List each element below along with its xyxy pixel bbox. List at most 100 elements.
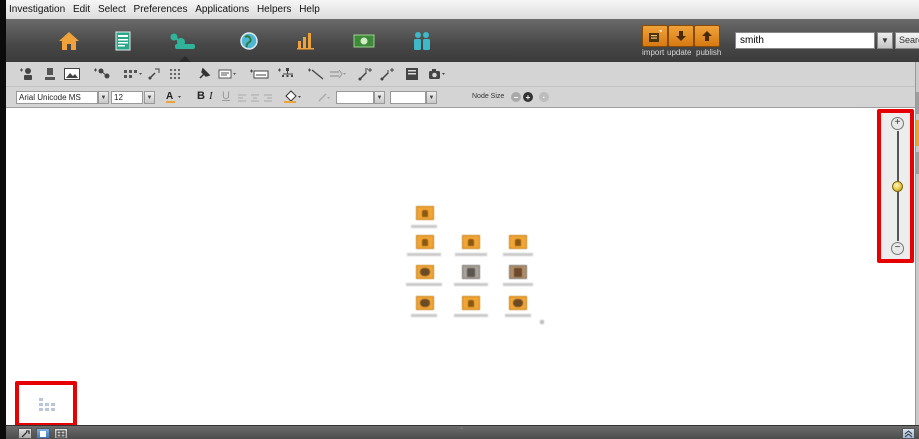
graph-node[interactable] [462, 235, 480, 249]
graph-node-label [406, 283, 442, 286]
graph-node[interactable] [416, 235, 434, 249]
pin-icon[interactable] [196, 66, 212, 82]
graph-toolbar [6, 62, 919, 87]
font-size-dropdown-icon[interactable]: ▼ [144, 91, 155, 104]
add-document-node-icon[interactable] [43, 66, 57, 82]
link-style-dropdown-icon[interactable] [328, 66, 348, 82]
graph-node[interactable] [416, 265, 434, 279]
graph-node[interactable] [462, 265, 480, 279]
grid-icon[interactable] [168, 66, 184, 82]
node-size-label: Node Size [472, 93, 505, 100]
people-icon[interactable] [407, 27, 437, 55]
add-hierarchy-icon[interactable] [276, 66, 298, 82]
graph-node[interactable] [509, 265, 527, 279]
home-icon[interactable] [54, 27, 84, 55]
document-icon[interactable] [108, 27, 138, 55]
right-panel-strip[interactable] [915, 62, 919, 425]
add-link-icon[interactable] [306, 66, 326, 82]
line-color-icon[interactable] [316, 89, 332, 105]
canvas-dot [540, 320, 544, 324]
graph-node-label [503, 283, 533, 286]
menu-item-investigation[interactable]: Investigation [6, 0, 67, 15]
graph-node[interactable] [462, 296, 480, 310]
search-scope-dropdown[interactable]: ▼ [877, 32, 893, 49]
menu-item-helpers[interactable]: Helpers [254, 0, 293, 15]
graph-node[interactable] [416, 296, 434, 310]
zoom-in-icon[interactable]: + [891, 117, 904, 130]
pointer-tool-icon[interactable] [146, 66, 162, 82]
menu-bar: Investigation Edit Select Preferences Ap… [6, 0, 919, 20]
menu-item-select[interactable]: Select [95, 0, 128, 15]
menu-item-preferences[interactable]: Preferences [131, 0, 190, 15]
zoom-slider[interactable]: + − [877, 109, 914, 263]
node-size-decrease-icon[interactable]: − [511, 92, 521, 102]
align-center-icon[interactable] [249, 90, 261, 106]
overview-panel[interactable] [15, 381, 77, 427]
graph-node[interactable] [509, 235, 527, 249]
expand-links-icon[interactable] [356, 66, 376, 82]
fill-color-icon[interactable] [282, 89, 304, 105]
node-size-increase-icon[interactable]: + [523, 92, 533, 102]
graph-canvas[interactable] [6, 108, 919, 425]
update-label: update [667, 48, 692, 57]
menu-item-applications[interactable]: Applications [192, 0, 251, 15]
menu-item-help[interactable]: Help [296, 0, 322, 15]
graph-node[interactable] [416, 206, 434, 220]
publish-label: publish [696, 48, 722, 57]
line-weight-select[interactable] [336, 91, 374, 104]
money-icon[interactable] [349, 27, 379, 55]
node-size-reset-icon[interactable]: · [539, 92, 549, 102]
menu-item-edit[interactable]: Edit [70, 0, 92, 15]
globe-icon[interactable] [234, 27, 264, 55]
italic-button[interactable]: I [209, 90, 213, 102]
publish-button[interactable] [694, 25, 720, 47]
add-image-icon[interactable] [63, 66, 81, 82]
zoom-handle[interactable] [892, 181, 903, 192]
main-nav-bar: import update publish ▼ Search [6, 19, 919, 63]
update-button[interactable] [668, 25, 694, 47]
graph-node-label [411, 225, 437, 228]
graph-node[interactable] [509, 296, 527, 310]
svg-text:A: A [166, 91, 173, 102]
add-textbox-icon[interactable] [217, 66, 239, 82]
camera-icon[interactable] [427, 66, 447, 82]
graph-node-label [503, 253, 533, 256]
align-left-icon[interactable] [236, 90, 248, 106]
font-family-dropdown-icon[interactable]: ▼ [98, 91, 109, 104]
format-toolbar: Arial Unicode MS ▼ 12 ▼ A B I U ▼ ▼ Node… [6, 87, 919, 108]
import-button[interactable] [642, 25, 668, 47]
add-person-icon[interactable] [18, 66, 36, 82]
network-icon[interactable] [168, 27, 198, 63]
font-size-select[interactable]: 12 [111, 91, 143, 104]
graph-node-label [505, 314, 531, 317]
add-label-node-icon[interactable] [248, 66, 270, 82]
overview-minimap-icon[interactable] [37, 397, 57, 418]
app-window: Investigation Edit Select Preferences Ap… [6, 0, 919, 439]
line-style-dropdown-icon[interactable]: ▼ [426, 91, 437, 104]
collapse-handle-icon[interactable]: ▲ [457, 426, 466, 431]
wrench-icon[interactable] [18, 428, 32, 439]
align-right-icon[interactable] [262, 90, 274, 106]
graph-node-label [455, 253, 487, 256]
graph-node-label [454, 314, 488, 317]
table-view-icon[interactable] [54, 428, 68, 439]
expand-panel-icon[interactable] [902, 428, 915, 439]
zoom-out-icon[interactable]: − [891, 242, 904, 255]
bold-button[interactable]: B [197, 90, 205, 102]
graph-node-label [407, 253, 441, 256]
add-linked-nodes-icon[interactable] [91, 66, 113, 82]
font-family-select[interactable]: Arial Unicode MS [16, 91, 98, 104]
line-weight-dropdown-icon[interactable]: ▼ [374, 91, 385, 104]
line-style-select[interactable] [390, 91, 426, 104]
chart-icon[interactable] [291, 27, 321, 55]
search-button[interactable]: Search [895, 32, 919, 49]
collapse-links-icon[interactable] [378, 66, 398, 82]
import-label: import [642, 48, 665, 57]
font-color-icon[interactable]: A [164, 89, 184, 105]
graph-node-label [411, 314, 437, 317]
overview-toggle-icon[interactable] [36, 428, 50, 439]
notes-icon[interactable] [404, 66, 420, 82]
underline-button[interactable]: U [222, 90, 230, 102]
layout-dropdown-icon[interactable] [122, 66, 144, 82]
search-input[interactable] [735, 32, 875, 49]
